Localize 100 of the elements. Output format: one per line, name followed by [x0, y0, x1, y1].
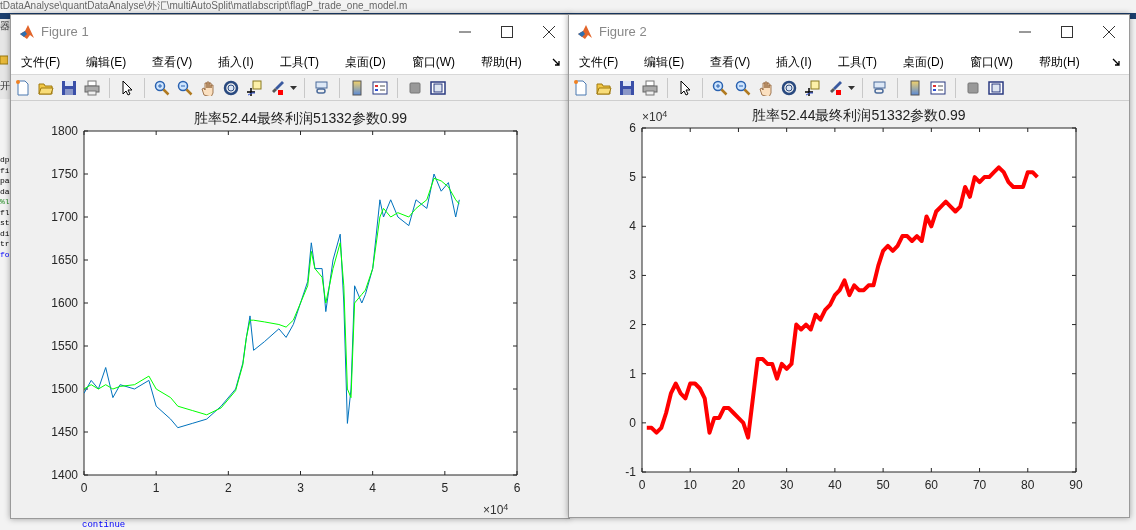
- app-logo-icon: [577, 24, 593, 40]
- menu-item[interactable]: 查看(V): [150, 52, 201, 71]
- tick-label: 1: [629, 366, 636, 381]
- code-line: da: [0, 186, 10, 197]
- tick-label: 6: [629, 121, 636, 135]
- code-line: fl: [0, 207, 10, 218]
- tick-label: 50: [876, 478, 890, 492]
- toolbar-button[interactable]: [802, 77, 822, 98]
- legend-icon: [372, 79, 388, 96]
- save-icon: [619, 79, 635, 96]
- tick-label: 10: [683, 478, 697, 492]
- pointer-icon: [119, 79, 135, 96]
- zoom-in-icon: [154, 79, 170, 96]
- side-label: 器: [0, 20, 10, 31]
- menu-item[interactable]: 文件(F): [19, 52, 69, 71]
- tick-label: 1500: [51, 382, 78, 396]
- tick-label: 60: [924, 478, 938, 492]
- file-path: tDataAnalyse\quantDataAnalyse\外汇\multiAutoSplit\matlabscript\flagP_trade_one_model.m: [0, 0, 408, 11]
- menu-item[interactable]: 窗口(W): [967, 52, 1021, 71]
- menu-item[interactable]: 查看(V): [708, 52, 759, 71]
- menu-item[interactable]: 桌面(D): [343, 52, 394, 71]
- window-title: Figure 2: [599, 23, 647, 42]
- pointer-icon: [677, 79, 693, 96]
- tick-label: 5: [629, 170, 636, 185]
- tick-label: 20: [731, 478, 746, 492]
- print-icon: [84, 79, 100, 96]
- new-file-icon: [15, 79, 31, 96]
- tick-label: 0: [80, 481, 88, 495]
- code-line: %l: [0, 197, 10, 208]
- save-icon: [61, 79, 77, 96]
- menu-item[interactable]: 插入(I): [216, 52, 262, 71]
- close-icon[interactable]: [1103, 26, 1115, 38]
- menu-item[interactable]: 帮助(H): [1037, 52, 1088, 71]
- code-line: fo: [0, 249, 10, 260]
- new-file-icon: [573, 79, 589, 96]
- tick-label: -1: [625, 465, 636, 479]
- rotate-icon: [781, 79, 797, 96]
- colorbar-icon: [349, 79, 365, 96]
- menu-item[interactable]: 编辑(E): [642, 52, 693, 71]
- data-cursor-icon: [246, 79, 262, 96]
- tick-label: 90: [1069, 478, 1083, 492]
- close-icon[interactable]: [543, 26, 555, 38]
- menu-item[interactable]: 编辑(E): [84, 52, 135, 71]
- code-line: tr: [0, 239, 10, 250]
- tick-label: 5: [441, 481, 449, 495]
- code-line: dp: [0, 155, 10, 166]
- side-label: 开: [0, 80, 10, 91]
- maximize-icon[interactable]: [1061, 26, 1073, 38]
- tick-label: 1: [152, 481, 160, 495]
- menu-item[interactable]: 文件(F): [577, 52, 627, 71]
- code-line: fi: [0, 165, 10, 176]
- tick-label: 4: [369, 481, 376, 495]
- toolbar-button[interactable]: [244, 77, 264, 98]
- expand-arrow-icon[interactable]: [1112, 57, 1121, 67]
- tick-label: 4: [629, 219, 636, 234]
- print-icon: [642, 79, 658, 96]
- tick-label: 3: [297, 481, 304, 495]
- tick-label: 6: [513, 481, 521, 495]
- menu-item[interactable]: 工具(T): [277, 52, 327, 71]
- menu-item[interactable]: 帮助(H): [479, 52, 530, 71]
- data-cursor-icon: [804, 79, 820, 96]
- axis-exponent: ×10$^{4}$: [642, 108, 668, 126]
- menu-item[interactable]: 工具(T): [835, 52, 885, 71]
- menu-item[interactable]: 窗口(W): [409, 52, 463, 71]
- square-icon: [965, 79, 981, 96]
- caret-icon[interactable]: [848, 85, 855, 90]
- tick-label: 1700: [51, 210, 78, 224]
- tick-label: 2: [629, 317, 636, 332]
- window-icon: [988, 79, 1004, 96]
- tick-label: 0: [629, 415, 636, 430]
- tick-label: 1600: [51, 296, 78, 310]
- expand-arrow-icon[interactable]: [552, 57, 561, 67]
- tick-label: 1650: [51, 253, 78, 267]
- rotate-icon: [223, 79, 239, 96]
- caret-icon[interactable]: [290, 85, 297, 90]
- tick-label: 70: [972, 478, 987, 492]
- menu-item[interactable]: 插入(I): [774, 52, 820, 71]
- link-icon: [314, 79, 330, 96]
- maximize-icon[interactable]: [501, 26, 513, 38]
- zoom-in-icon: [712, 79, 728, 96]
- legend-icon: [930, 79, 946, 96]
- tick-label: 30: [780, 478, 794, 492]
- menu-item[interactable]: 桌面(D): [901, 52, 952, 71]
- zoom-out-icon: [177, 79, 193, 96]
- code-line: di: [0, 228, 10, 239]
- tick-label: 1550: [51, 339, 78, 353]
- chart-title: 胜率52.44最终利润51332参数0.99: [193, 110, 408, 126]
- tick-label: 1800: [51, 124, 78, 138]
- tick-label: 2: [225, 481, 232, 495]
- hand-icon: [200, 79, 216, 96]
- square-icon: [407, 79, 423, 96]
- window-icon: [430, 79, 446, 96]
- tick-label: 1750: [51, 167, 78, 181]
- tick-label: 1450: [51, 425, 78, 439]
- code-line: pa: [0, 176, 10, 187]
- app-logo-icon: [19, 24, 35, 40]
- axis-exponent: ×10$^{4}$: [483, 501, 509, 519]
- link-icon: [872, 79, 888, 96]
- tick-label: 3: [629, 268, 636, 283]
- hand-icon: [758, 79, 774, 96]
